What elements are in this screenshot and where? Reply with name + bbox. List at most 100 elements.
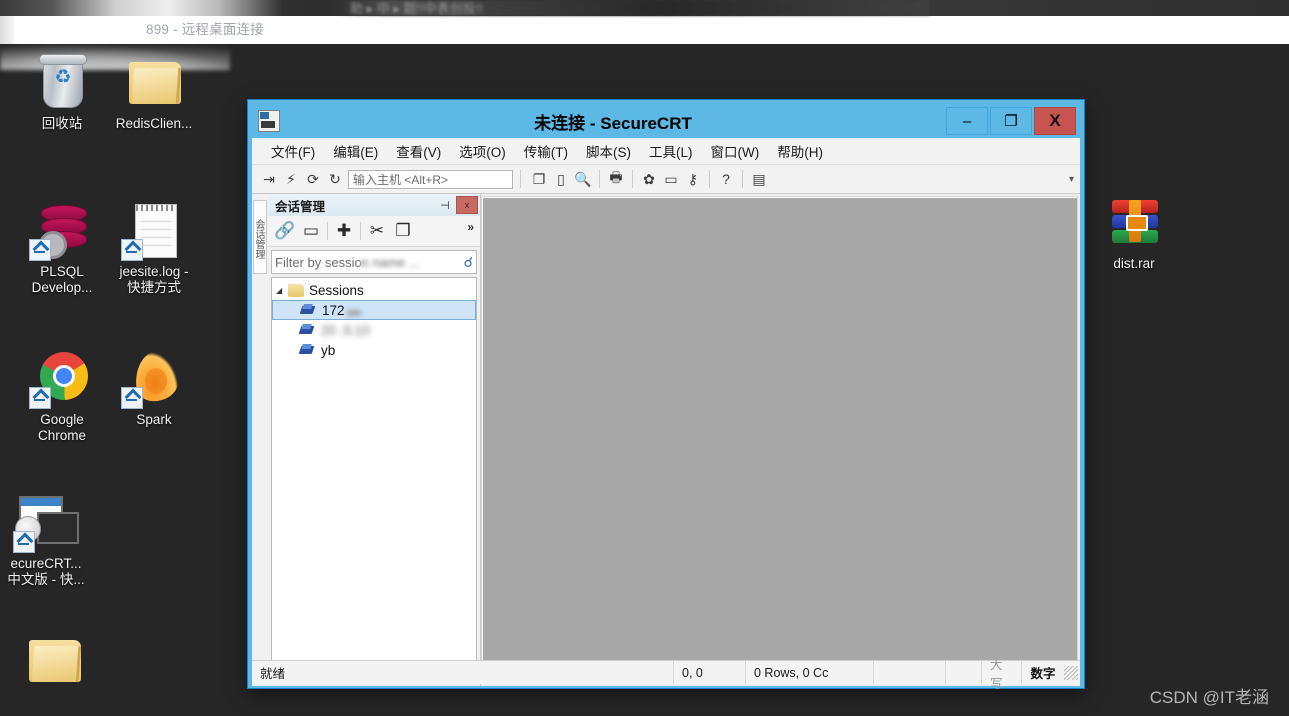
- status-num-lock: 数字: [1030, 667, 1056, 681]
- menu-tools[interactable]: 工具(L): [640, 138, 702, 164]
- settings-icon[interactable]: ✿: [638, 168, 660, 190]
- session-manager-tab-strip: 会话管理: [252, 194, 268, 686]
- panel-close-icon[interactable]: x: [456, 196, 478, 214]
- securecrt-window-title: 未连接 - SecureCRT: [534, 113, 692, 133]
- shortcut-arrow-icon: [13, 531, 35, 553]
- tree-row-label: yb: [321, 342, 336, 358]
- spark-icon: [121, 348, 185, 409]
- toolbar-divider: [742, 170, 743, 188]
- quick-connect-icon[interactable]: ⚡: [280, 168, 302, 190]
- session-toolbar-divider: [360, 222, 361, 240]
- desktop-icon-label: Spark: [136, 412, 172, 427]
- desktop-icon-label: jeesite.log - 快捷方式: [119, 264, 189, 295]
- close-button[interactable]: X: [1034, 107, 1076, 135]
- host-input[interactable]: 输入主机 <Alt+R>: [348, 169, 513, 189]
- tree-row-session-yb[interactable]: yb: [272, 340, 476, 360]
- securecrt-window[interactable]: 未连接 - SecureCRT – ❐ X 文件(F) 编辑(E) 查看(V) 选项(…: [248, 100, 1084, 691]
- winrar-icon: [1112, 200, 1158, 243]
- desktop-icon-label: RedisClien...: [115, 116, 193, 131]
- status-blank-2: [946, 661, 982, 684]
- terminal-area[interactable]: [481, 196, 1078, 684]
- tree-row-label-redacted: ▬: [344, 302, 361, 318]
- copy-icon[interactable]: ❐: [528, 168, 550, 190]
- recycle-symbol-icon: ♻: [54, 67, 72, 88]
- reconnect-icon[interactable]: ⟳: [302, 168, 324, 190]
- folder-icon: [288, 283, 304, 297]
- recycle-bin-icon: ♻: [31, 54, 93, 112]
- desktop-icon-redisclient-folder[interactable]: RedisClien...: [100, 54, 208, 132]
- new-session-icon[interactable]: ✚: [331, 219, 357, 243]
- session-manager-toolbar[interactable]: 🔗 ▭ ✚ ✂ ❐ »: [268, 216, 480, 247]
- tree-row-session-172[interactable]: 172 ▬: [272, 300, 476, 320]
- copy-session-icon[interactable]: ❐: [390, 219, 416, 243]
- connect-sftp-icon[interactable]: ↻: [324, 168, 346, 190]
- cut-icon[interactable]: ✂: [364, 219, 390, 243]
- maximize-button[interactable]: ❐: [990, 107, 1032, 135]
- search-icon[interactable]: ☌: [464, 254, 473, 271]
- securecrt-menu-bar[interactable]: 文件(F) 编辑(E) 查看(V) 选项(O) 传输(T) 脚本(S) 工具(L) 窗口(W)…: [252, 138, 1080, 165]
- status-caps-lock: 大写: [982, 658, 1022, 691]
- rdp-left-smudge: [0, 16, 14, 44]
- menu-transfer[interactable]: 传输(T): [515, 138, 577, 164]
- menu-script[interactable]: 脚本(S): [577, 138, 640, 164]
- shortcut-arrow-icon: [121, 387, 143, 409]
- desktop-icon-spark[interactable]: Spark: [100, 348, 208, 428]
- securecrt-body: 会话管理 会话管理 ⊣ x 🔗 ▭ ✚ ✂ ❐ » Filter by session …: [252, 194, 1080, 686]
- shortcut-arrow-icon: [29, 239, 51, 261]
- session-filter-input[interactable]: Filter by session name ... ☌: [271, 250, 477, 274]
- securecrt-status-bar: 就绪 0, 0 0 Rows, 0 Cc 大写 数字: [252, 658, 1080, 691]
- session-icon: [300, 324, 315, 336]
- find-icon[interactable]: 🔍: [572, 168, 594, 190]
- tree-row-label: 172 ▬: [322, 302, 361, 318]
- expander-icon[interactable]: ◢: [276, 286, 288, 295]
- tree-row-session-blurred[interactable]: 20 .9.10: [272, 320, 476, 340]
- toolbar-divider: [599, 170, 600, 188]
- new-window-icon[interactable]: ▭: [298, 219, 324, 243]
- menu-options[interactable]: 选项(O): [450, 138, 515, 164]
- menu-help[interactable]: 帮助(H): [768, 138, 832, 164]
- session-tree[interactable]: ◢ Sessions 172 ▬ 20 .9.10 yb: [271, 277, 477, 680]
- paste-icon[interactable]: ▯: [550, 168, 572, 190]
- shortcut-arrow-icon: [29, 387, 51, 409]
- desktop-icon-bottom-folder[interactable]: [0, 632, 108, 694]
- connect-session-icon[interactable]: 🔗: [272, 219, 298, 243]
- desktop-icon-jeesite-log[interactable]: jeesite.log - 快捷方式: [100, 202, 208, 296]
- keyboard-icon[interactable]: ▭: [660, 168, 682, 190]
- pin-icon[interactable]: ⊣: [438, 198, 452, 212]
- desktop-icon-label: ecureCRT... 中文版 - 快...: [7, 556, 85, 587]
- tree-row-label: Sessions: [309, 282, 364, 298]
- tree-row-sessions-root[interactable]: ◢ Sessions: [272, 280, 476, 300]
- status-cursor-position: 0, 0: [674, 661, 746, 684]
- toolbar-left-icons: ⇥ ⚡ ⟳ ↻: [258, 168, 346, 190]
- session-options-icon[interactable]: ▤: [748, 168, 770, 190]
- desktop-icon-dist-rar[interactable]: dist.rar: [1080, 194, 1188, 272]
- shortcut-arrow-icon: [121, 239, 143, 261]
- menu-view[interactable]: 查看(V): [387, 138, 450, 164]
- securecrt-toolbar[interactable]: ⇥ ⚡ ⟳ ↻ 输入主机 <Alt+R> ❐ ▯ 🔍 🖶 ✿ ▭ ⚷? ▤ ▾: [252, 165, 1080, 194]
- print-icon[interactable]: 🖶: [605, 168, 627, 190]
- connect-icon[interactable]: ⇥: [258, 168, 280, 190]
- toolbar-overflow-chevron-icon[interactable]: ▾: [1069, 174, 1074, 185]
- minimize-button[interactable]: –: [946, 107, 988, 135]
- tree-row-label: 20 .9.10: [321, 322, 370, 338]
- desktop[interactable]: ♻ 回收站 RedisClien... PLSQL Develop... jeesite.…: [0, 44, 1289, 716]
- session-manager-vertical-tab[interactable]: 会话管理: [253, 200, 267, 274]
- menu-window[interactable]: 窗口(W): [702, 138, 769, 164]
- desktop-icon-securecrt-cn[interactable]: ecureCRT... 中文版 - 快...: [0, 494, 100, 588]
- session-manager-title: 会话管理: [275, 199, 326, 214]
- menu-file[interactable]: 文件(F): [262, 138, 324, 164]
- google-chrome-icon: [29, 350, 93, 409]
- securecrt-cn-icon: [13, 494, 79, 553]
- terminal-container: [481, 194, 1080, 686]
- key-icon[interactable]: ⚷: [682, 168, 704, 190]
- recycle-bin-lid: [39, 54, 87, 65]
- jeesite-log-icon: [121, 202, 185, 261]
- toolbar-divider: [709, 170, 710, 188]
- help-icon[interactable]: ?: [715, 168, 737, 190]
- resize-grip[interactable]: [1064, 665, 1078, 680]
- rdp-window-title: 899 - 远程桌面连接: [146, 22, 264, 37]
- session-toolbar-more-icon[interactable]: »: [467, 220, 474, 234]
- bottom-folder-icon: [23, 632, 85, 690]
- menu-edit[interactable]: 编辑(E): [324, 138, 387, 164]
- securecrt-title-bar[interactable]: 未连接 - SecureCRT – ❐ X: [252, 104, 1080, 138]
